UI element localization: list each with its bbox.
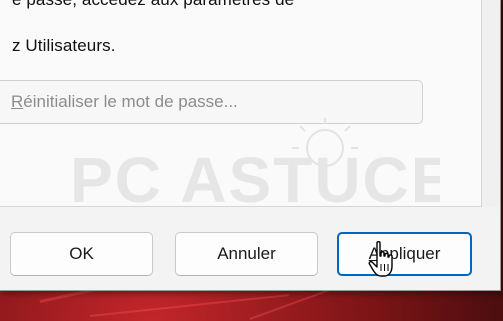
user-properties-dialog: e passe, accédez aux paramètres de z Uti… <box>0 0 501 291</box>
dialog-content-area: e passe, accédez aux paramètres de z Uti… <box>0 0 482 210</box>
hand-pointer-icon <box>368 241 393 277</box>
reset-password-mnemonic: R <box>11 92 24 111</box>
apply-button[interactable]: Appliquer <box>337 232 472 276</box>
reset-password-button[interactable]: Réinitialiser le mot de passe... <box>0 80 423 124</box>
info-text-line-1: e passe, accédez aux paramètres de <box>12 0 294 10</box>
reset-password-label: éinitialiser le mot de passe... <box>23 92 238 111</box>
cancel-button[interactable]: Annuler <box>175 232 318 276</box>
watermark-logo-text: PC ASTUCES <box>70 144 440 210</box>
pcastuces-watermark: PC ASTUCES <box>70 118 440 210</box>
ok-button[interactable]: OK <box>10 232 153 276</box>
info-text-line-2: z Utilisateurs. <box>12 36 116 55</box>
watermark-sun-icon <box>292 118 358 167</box>
cancel-button-label: Annuler <box>217 244 276 263</box>
ok-button-label: OK <box>69 244 94 263</box>
apply-button-label-rest: pliquer <box>389 244 441 263</box>
dialog-scroll-gutter <box>482 0 500 207</box>
